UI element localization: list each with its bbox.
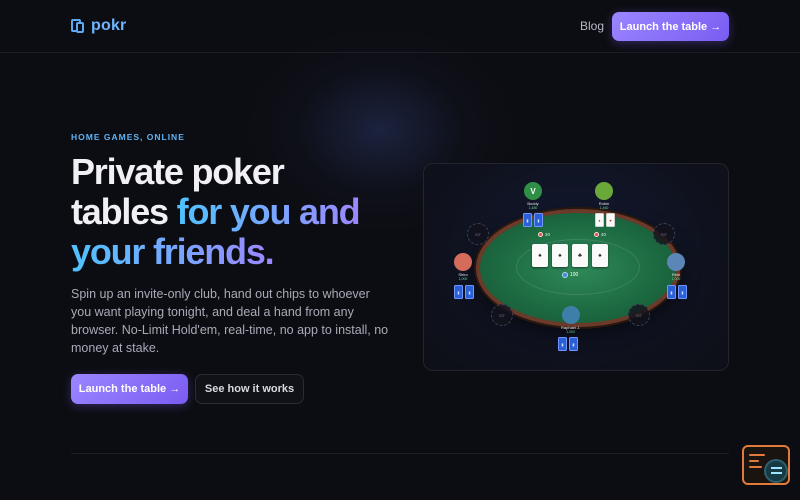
magnifier-icon [764, 459, 788, 483]
board-card: ♠ [592, 244, 608, 267]
player-stack: 1,000 [671, 277, 681, 281]
player-seat[interactable]: V Buddy 1,480 [524, 182, 542, 210]
empty-seat[interactable]: SIT [467, 223, 489, 245]
header-launch-button[interactable]: Launch the table → [612, 12, 729, 41]
hole-cards: ▮ ▮ [667, 285, 687, 299]
card-face: ♦ [595, 213, 604, 227]
hero-title-line3: your friends. [71, 231, 275, 272]
hero-description: Spin up an invite-only club, hand out ch… [71, 287, 389, 355]
hero-title-line1: Private poker [71, 151, 285, 192]
player-stack: 1,480 [528, 206, 538, 210]
avatar [454, 253, 472, 271]
card-back: ▮ [667, 285, 676, 299]
hero-eyebrow: HOME GAMES, ONLINE [71, 132, 185, 142]
avatar [595, 182, 613, 200]
site-header: pokr Blog Launch the table → [0, 0, 800, 53]
hero-title: Private poker tables for you and your fr… [71, 152, 411, 272]
brand-name: pokr [91, 17, 127, 34]
bet-chip: 40 [594, 232, 606, 237]
hero-launch-button[interactable]: Launch the table → [71, 374, 188, 404]
logo[interactable]: pokr [71, 17, 126, 35]
community-cards: ♠ ♠ ♣ ♠ [532, 244, 608, 267]
card-back: ▮ [465, 285, 474, 299]
player-seat-self[interactable]: Raphael J. 1,000 [561, 306, 580, 334]
board-card: ♠ [552, 244, 568, 267]
player-seat[interactable]: Shiro 1,000 [454, 253, 472, 281]
empty-seat[interactable]: SIT [491, 304, 513, 326]
bet-amount: 40 [601, 232, 607, 237]
console-search-icon[interactable] [742, 445, 790, 485]
bet-chip: 20 [538, 232, 550, 237]
empty-seat[interactable]: SIT [628, 304, 650, 326]
card-back: ▮ [678, 285, 687, 299]
bet-amount: 20 [545, 232, 551, 237]
pot-amount: 100 [570, 272, 579, 278]
nav-blog-link[interactable]: Blog [580, 19, 604, 33]
widget-line [749, 466, 762, 468]
card-back: ▮ [558, 337, 567, 351]
player-stack: 1,000 [458, 277, 468, 281]
empty-seat[interactable]: SIT [653, 223, 675, 245]
cards-icon [71, 18, 85, 34]
player-stack: 1,000 [566, 330, 575, 334]
hole-cards: ▮ ▮ [558, 337, 578, 351]
see-how-it-works-button[interactable]: See how it works [195, 374, 304, 404]
board-card: ♣ [572, 244, 588, 267]
chip-icon [594, 232, 599, 237]
hole-cards: ♦ ♥ [595, 213, 615, 227]
player-stack: 1,460 [599, 206, 609, 210]
avatar [561, 306, 580, 324]
avatar: V [524, 182, 542, 200]
card-back: ▮ [454, 285, 463, 299]
pot-display: 100 [562, 272, 578, 278]
hero-title-highlight: for you and [176, 191, 361, 232]
widget-line [749, 460, 759, 462]
chip-icon [562, 272, 568, 278]
player-seat[interactable]: Robin 1,460 [595, 182, 613, 210]
card-back: ▮ [523, 213, 532, 227]
poker-table-preview: ♠ ♠ ♣ ♠ 100 20 40 SIT SIT SIT SIT V Budd… [423, 163, 729, 371]
card-back: ▮ [569, 337, 578, 351]
player-seat[interactable]: Reid 1,000 [667, 253, 685, 281]
avatar [667, 253, 685, 271]
widget-line [749, 454, 765, 456]
hole-cards: ▮ ▮ [523, 213, 543, 227]
section-divider [71, 453, 729, 454]
chip-icon [538, 232, 543, 237]
board-card: ♠ [532, 244, 548, 267]
hero-title-line2a: tables [71, 191, 177, 232]
card-face: ♥ [606, 213, 615, 227]
hole-cards: ▮ ▮ [454, 285, 474, 299]
card-back: ▮ [534, 213, 543, 227]
